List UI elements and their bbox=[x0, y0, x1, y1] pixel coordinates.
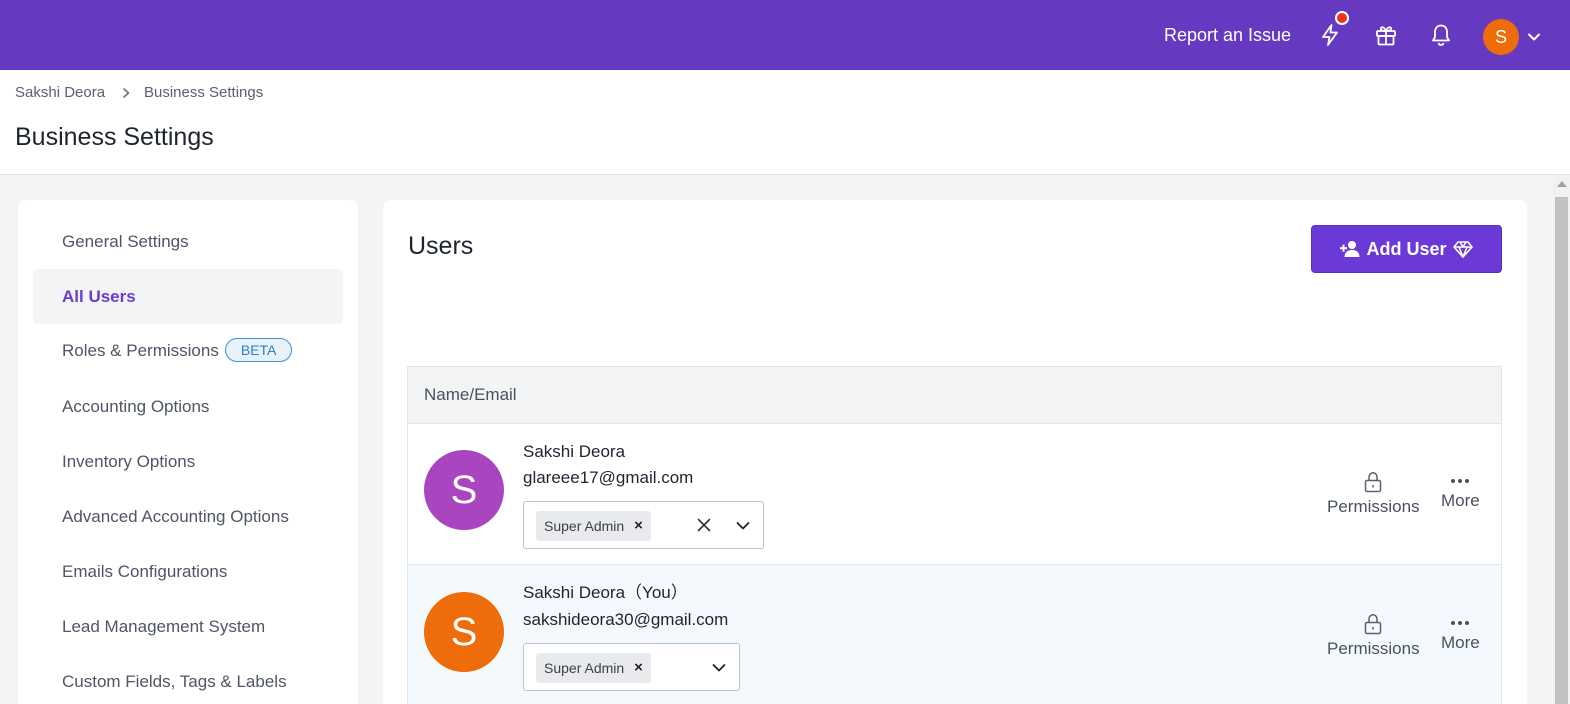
chevron-down-icon[interactable] bbox=[711, 660, 727, 676]
sidebar-item-label: General Settings bbox=[62, 232, 189, 251]
more-label: More bbox=[1441, 491, 1480, 510]
user-name: Sakshi Deora bbox=[523, 442, 626, 461]
page-title: Business Settings bbox=[15, 123, 214, 151]
sidebar-item-label: All Users bbox=[62, 287, 136, 306]
sidebar-item-label: Emails Configurations bbox=[62, 562, 228, 581]
user-email: sakshideora30@gmail.com bbox=[523, 610, 729, 629]
add-user-icon bbox=[1340, 241, 1360, 257]
sidebar-item-all-users[interactable]: All Users bbox=[33, 269, 343, 324]
sidebar-item-advanced-accounting[interactable]: Advanced Accounting Options bbox=[33, 489, 343, 544]
users-title: Users bbox=[408, 232, 474, 260]
scrollbar-thumb[interactable] bbox=[1555, 197, 1568, 704]
beta-badge: BETA bbox=[224, 337, 293, 362]
remove-role-icon[interactable]: × bbox=[634, 653, 643, 683]
role-chip-label: Super Admin bbox=[544, 518, 625, 534]
sidebar-item-label: Custom Fields, Tags & Labels bbox=[62, 672, 287, 691]
sidebar-item-emails-configurations[interactable]: Emails Configurations bbox=[33, 544, 343, 599]
add-user-label: Add User bbox=[1366, 238, 1447, 259]
vertical-scrollbar[interactable] bbox=[1553, 175, 1570, 704]
role-select[interactable]: Super Admin × bbox=[523, 501, 764, 549]
chevron-down-icon[interactable] bbox=[1526, 29, 1542, 45]
bell-icon[interactable] bbox=[1428, 22, 1454, 48]
settings-sidebar: General Settings All Users Roles & Permi… bbox=[18, 200, 358, 704]
chevron-right-icon bbox=[120, 86, 132, 100]
role-chip-label: Super Admin bbox=[544, 660, 625, 676]
more-label: More bbox=[1441, 633, 1480, 652]
clear-selection-icon[interactable] bbox=[696, 517, 712, 533]
sidebar-item-label: Advanced Accounting Options bbox=[62, 507, 289, 526]
add-user-button[interactable]: Add User bbox=[1311, 225, 1502, 273]
sidebar-item-label: Accounting Options bbox=[62, 397, 210, 416]
more-dots-icon bbox=[1451, 621, 1470, 625]
sidebar-item-lead-management[interactable]: Lead Management System bbox=[33, 599, 343, 654]
gift-icon[interactable] bbox=[1373, 22, 1399, 48]
lightning-icon[interactable] bbox=[1317, 22, 1343, 48]
sidebar-item-inventory-options[interactable]: Inventory Options bbox=[33, 434, 343, 489]
sidebar-item-label: Roles & Permissions bbox=[62, 341, 219, 360]
sidebar-item-custom-fields[interactable]: Custom Fields, Tags & Labels bbox=[33, 654, 343, 704]
permissions-label: Permissions bbox=[1327, 639, 1420, 658]
sidebar-item-general-settings[interactable]: General Settings bbox=[33, 214, 343, 269]
diamond-icon bbox=[1452, 241, 1473, 258]
permissions-button[interactable]: Permissions bbox=[1327, 612, 1420, 659]
more-button[interactable]: More bbox=[1441, 474, 1480, 511]
users-panel: Users Add User Name/Email S Sakshi Deora… bbox=[383, 200, 1527, 704]
lock-icon bbox=[1365, 614, 1382, 635]
role-chip: Super Admin × bbox=[536, 511, 651, 541]
table-row: S Sakshi Deora glareee17@gmail.com Super… bbox=[407, 424, 1502, 565]
notification-dot bbox=[1335, 11, 1349, 25]
report-issue-link[interactable]: Report an Issue bbox=[1164, 24, 1291, 46]
table-row: S Sakshi Deora（You） sakshideora30@gmail.… bbox=[407, 565, 1502, 704]
breadcrumb-item-account[interactable]: Sakshi Deora bbox=[15, 84, 105, 102]
page-header: Sakshi Deora Business Settings Business … bbox=[0, 70, 1570, 175]
remove-role-icon[interactable]: × bbox=[634, 511, 643, 541]
user-avatar[interactable]: S bbox=[1483, 19, 1519, 55]
sidebar-item-accounting-options[interactable]: Accounting Options bbox=[33, 379, 343, 434]
avatar: S bbox=[424, 592, 504, 672]
sidebar-item-roles-permissions[interactable]: Roles & Permissions BETA bbox=[33, 323, 343, 378]
top-navigation-bar: Report an Issue S bbox=[0, 0, 1570, 70]
sidebar-item-label: Inventory Options bbox=[62, 452, 196, 471]
more-dots-icon bbox=[1451, 479, 1470, 483]
lock-icon bbox=[1365, 472, 1382, 493]
permissions-label: Permissions bbox=[1327, 497, 1420, 516]
sidebar-item-label: Lead Management System bbox=[62, 617, 266, 636]
table-header-name-email: Name/Email bbox=[407, 366, 1502, 424]
role-select[interactable]: Super Admin × bbox=[523, 643, 740, 691]
user-name: Sakshi Deora（You） bbox=[523, 583, 688, 602]
avatar: S bbox=[424, 450, 504, 530]
scroll-up-arrow-icon[interactable] bbox=[1557, 181, 1567, 187]
chevron-down-icon[interactable] bbox=[735, 518, 751, 534]
user-email: glareee17@gmail.com bbox=[523, 468, 694, 487]
more-button[interactable]: More bbox=[1441, 616, 1480, 653]
role-chip: Super Admin × bbox=[536, 653, 651, 683]
breadcrumb-item-current: Business Settings bbox=[144, 84, 264, 101]
permissions-button[interactable]: Permissions bbox=[1327, 470, 1420, 517]
